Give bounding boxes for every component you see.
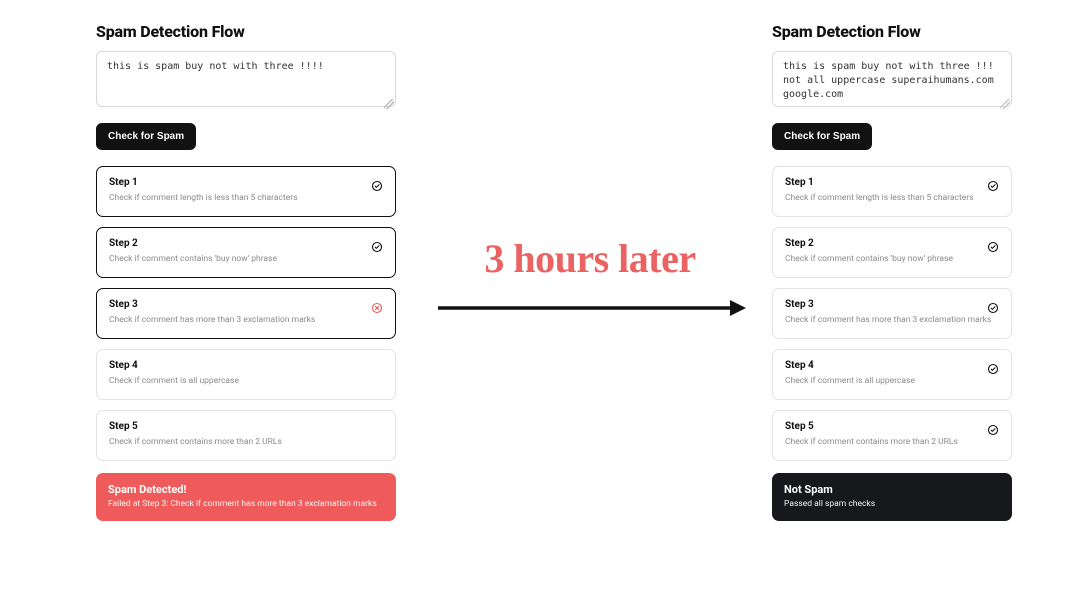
check-circle-icon (987, 360, 999, 372)
spam-flow-panel-left: Spam Detection Flow Check for Spam Step … (96, 22, 396, 521)
step-title: Step 1 (109, 177, 383, 188)
step-description: Check if comment length is less than 5 c… (785, 193, 999, 204)
steps-list-left: Step 1 Check if comment length is less th… (96, 166, 396, 461)
comment-input-wrapper (96, 51, 396, 111)
step-title: Step 2 (785, 238, 999, 249)
resize-handle-icon[interactable] (384, 99, 394, 109)
step-card: Step 1 Check if comment length is less th… (96, 166, 396, 217)
step-description: Check if comment has more than 3 exclama… (785, 315, 999, 326)
result-title: Not Spam (784, 483, 1000, 496)
step-card: Step 3 Check if comment has more than 3 e… (772, 288, 1012, 339)
x-circle-icon (371, 299, 383, 311)
step-description: Check if comment length is less than 5 c… (109, 193, 383, 204)
step-title: Step 2 (109, 238, 383, 249)
result-banner-spam: Spam Detected! Failed at Step 3: Check i… (96, 473, 396, 521)
step-card: Step 5 Check if comment contains more tha… (772, 410, 1012, 461)
page-title: Spam Detection Flow (772, 22, 1012, 41)
annotation-text: 3 hours later (430, 235, 750, 282)
check-circle-icon (987, 299, 999, 311)
step-description: Check if comment contains 'buy now' phra… (785, 254, 999, 265)
step-title: Step 4 (109, 360, 383, 371)
step-title: Step 3 (785, 299, 999, 310)
check-circle-icon (371, 238, 383, 250)
step-title: Step 5 (785, 421, 999, 432)
step-card: Step 4 Check if comment is all uppercase (96, 349, 396, 400)
step-description: Check if comment is all uppercase (785, 376, 999, 387)
check-spam-button[interactable]: Check for Spam (96, 123, 196, 150)
empty-icon (371, 421, 383, 433)
result-banner-ok: Not Spam Passed all spam checks (772, 473, 1012, 521)
step-card: Step 2 Check if comment contains 'buy now… (772, 227, 1012, 278)
step-card: Step 4 Check if comment is all uppercase (772, 349, 1012, 400)
arrow-right-icon (430, 294, 750, 322)
check-spam-button[interactable]: Check for Spam (772, 123, 872, 150)
check-circle-icon (987, 238, 999, 250)
steps-list-right: Step 1 Check if comment length is less th… (772, 166, 1012, 461)
time-annotation: 3 hours later (430, 235, 750, 326)
step-card: Step 1 Check if comment length is less th… (772, 166, 1012, 217)
step-title: Step 5 (109, 421, 383, 432)
step-title: Step 4 (785, 360, 999, 371)
result-subtitle: Failed at Step 3: Check if comment has m… (108, 499, 384, 509)
comment-input[interactable] (96, 51, 396, 107)
step-title: Step 3 (109, 299, 383, 310)
result-subtitle: Passed all spam checks (784, 499, 1000, 509)
step-description: Check if comment contains 'buy now' phra… (109, 254, 383, 265)
empty-icon (371, 360, 383, 372)
comment-input-wrapper (772, 51, 1012, 111)
step-description: Check if comment is all uppercase (109, 376, 383, 387)
spam-flow-panel-right: Spam Detection Flow Check for Spam Step … (772, 22, 1012, 521)
check-circle-icon (987, 177, 999, 189)
page-title: Spam Detection Flow (96, 22, 396, 41)
resize-handle-icon[interactable] (1000, 99, 1010, 109)
comment-input[interactable] (772, 51, 1012, 107)
step-description: Check if comment contains more than 2 UR… (109, 437, 383, 448)
step-card: Step 3 Check if comment has more than 3 e… (96, 288, 396, 339)
check-circle-icon (371, 177, 383, 189)
result-title: Spam Detected! (108, 483, 384, 496)
check-circle-icon (987, 421, 999, 433)
step-description: Check if comment has more than 3 exclama… (109, 315, 383, 326)
step-description: Check if comment contains more than 2 UR… (785, 437, 999, 448)
step-card: Step 2 Check if comment contains 'buy now… (96, 227, 396, 278)
step-title: Step 1 (785, 177, 999, 188)
step-card: Step 5 Check if comment contains more tha… (96, 410, 396, 461)
